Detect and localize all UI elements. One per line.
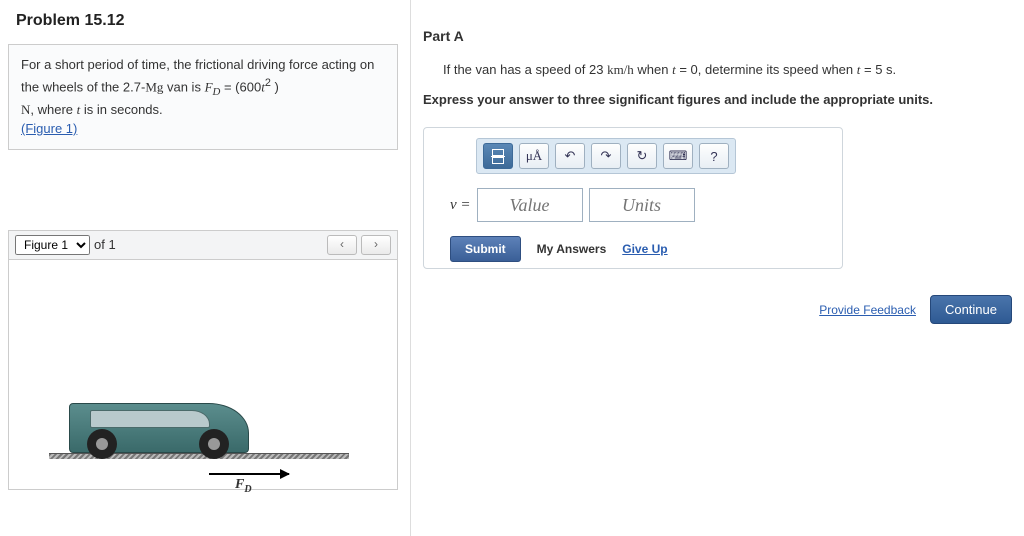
help-button[interactable]: ? <box>699 143 729 169</box>
force-arrow <box>209 473 289 475</box>
q-eq5: = 5 s. <box>860 62 896 77</box>
q-unit: km/h <box>607 62 634 77</box>
formula-toolbar: μÅ ↶ ↷ ↻ ⌨ ? <box>476 138 736 174</box>
figure-image: FD <box>8 260 398 490</box>
figure-prev-button[interactable]: ‹ <box>327 235 357 255</box>
figure-select[interactable]: Figure 1 <box>15 235 90 255</box>
eq-end: ) <box>271 79 279 94</box>
special-chars-button[interactable]: μÅ <box>519 143 549 169</box>
line2-end: is in seconds. <box>80 102 162 117</box>
figure-of: of 1 <box>94 237 116 252</box>
value-input[interactable] <box>477 188 583 222</box>
problem-description: For a short period of time, the friction… <box>8 44 398 150</box>
give-up-link[interactable]: Give Up <box>622 242 667 256</box>
continue-button[interactable]: Continue <box>930 295 1012 324</box>
q-pre: If the van has a speed of 23 <box>443 62 607 77</box>
submit-button[interactable]: Submit <box>450 236 521 262</box>
variable-label: v = <box>450 197 471 214</box>
reset-button[interactable]: ↻ <box>627 143 657 169</box>
redo-button[interactable]: ↷ <box>591 143 621 169</box>
line2-rest: , where <box>30 102 76 117</box>
undo-button[interactable]: ↶ <box>555 143 585 169</box>
units-input[interactable] <box>589 188 695 222</box>
question-text: If the van has a speed of 23 km/h when t… <box>443 60 1012 80</box>
var-fd: F <box>205 79 213 94</box>
fraction-button[interactable] <box>483 143 513 169</box>
q-eq0: = 0, determine its speed when <box>676 62 857 77</box>
figure-next-button[interactable]: › <box>361 235 391 255</box>
unit-mg: Mg <box>145 79 163 94</box>
part-a-heading: Part A <box>423 28 1012 44</box>
desc-mid: van is <box>163 79 204 94</box>
figure-link[interactable]: (Figure 1) <box>21 121 77 136</box>
instruction-text: Express your answer to three significant… <box>423 90 1012 110</box>
my-answers-link[interactable]: My Answers <box>537 242 607 256</box>
answer-panel: μÅ ↶ ↷ ↻ ⌨ ? v = Submit My Answers Give … <box>423 127 843 269</box>
unit-n: N <box>21 102 30 117</box>
problem-title: Problem 15.12 <box>16 12 398 30</box>
figure-toolbar: Figure 1 of 1 ‹ › <box>8 230 398 260</box>
force-label: FD <box>235 477 252 495</box>
van-illustration <box>69 403 249 453</box>
eq-mid: = (600 <box>220 79 261 94</box>
provide-feedback-link[interactable]: Provide Feedback <box>819 303 916 317</box>
q-mid: when <box>634 62 672 77</box>
keyboard-button[interactable]: ⌨ <box>663 143 693 169</box>
